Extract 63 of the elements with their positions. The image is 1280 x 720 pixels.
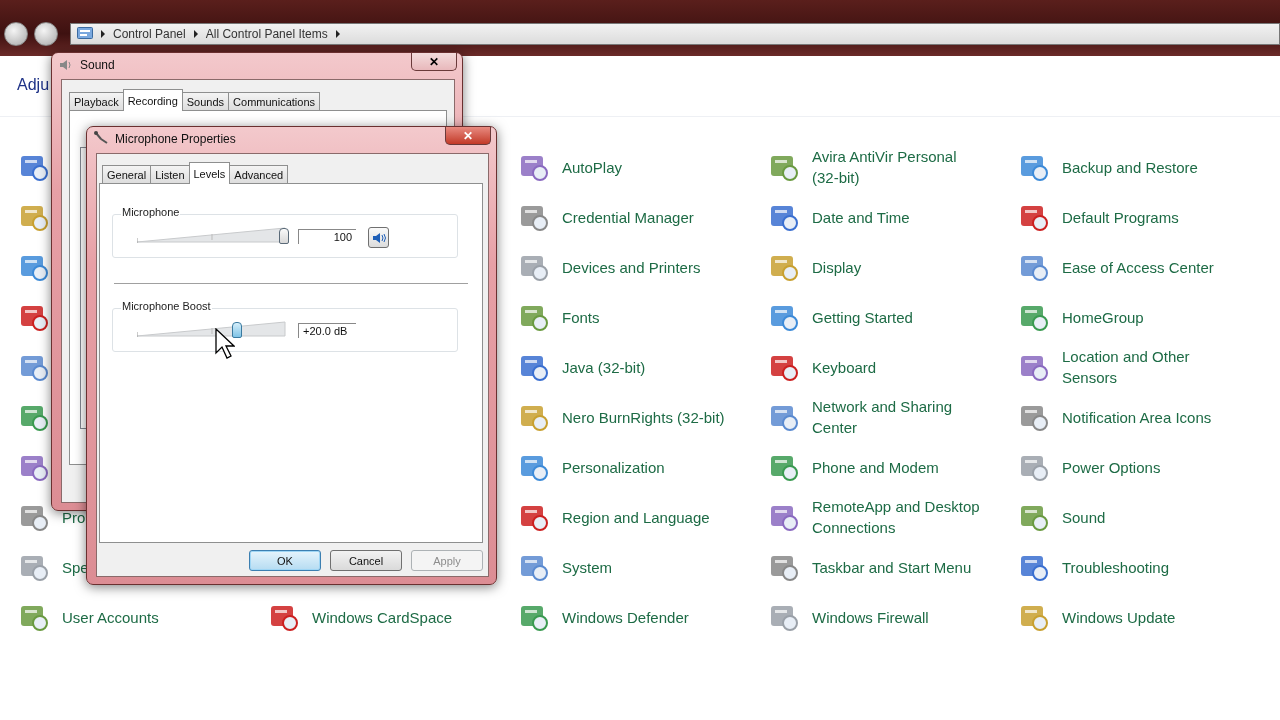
slider-thumb[interactable] (279, 228, 289, 244)
applet-link[interactable]: Devices and Printers (562, 256, 737, 278)
applet-link[interactable]: Java (32-bit) (562, 356, 737, 378)
applet-link[interactable]: Personalization (562, 456, 737, 478)
applet-link[interactable]: Windows Firewall (812, 606, 987, 628)
applet-link[interactable]: Backup and Restore (1062, 156, 1237, 178)
applet-link[interactable]: Keyboard (812, 356, 987, 378)
level-field[interactable]: +20.0 dB (298, 323, 356, 338)
tab[interactable]: Levels (188, 162, 231, 184)
breadcrumb-arrow-icon[interactable] (335, 30, 340, 38)
applet-link[interactable]: System (562, 556, 737, 578)
level-field[interactable]: 100 (298, 229, 356, 244)
applet-link[interactable]: Default Programs (1062, 206, 1237, 228)
close-button[interactable]: ✕ (411, 53, 457, 71)
applet-link[interactable]: Sound (1062, 506, 1237, 528)
applet-link[interactable]: RemoteApp and Desktop Connections (812, 496, 987, 538)
group-label: Microphone (121, 206, 181, 218)
dialog-button[interactable]: OK (249, 550, 321, 571)
applet-link[interactable]: Windows CardSpace (312, 606, 487, 628)
applet-link[interactable]: HomeGroup (1062, 306, 1237, 328)
applet-link[interactable]: Credential Manager (562, 206, 737, 228)
applet-link[interactable]: Getting Started (812, 306, 987, 328)
window-title: Sound (80, 58, 115, 72)
applet-link[interactable]: Date and Time (812, 206, 987, 228)
applet-link[interactable]: Location and Other Sensors (1062, 346, 1237, 388)
breadcrumb-arrow-icon[interactable] (101, 30, 105, 38)
applet-link[interactable]: Fonts (562, 306, 737, 328)
applet-link[interactable]: Phone and Modem (812, 456, 987, 478)
applet-link[interactable]: Network and Sharing Center (812, 396, 987, 438)
applet-link[interactable]: Display (812, 256, 987, 278)
dialog-button[interactable]: Cancel (330, 550, 402, 571)
applet-link[interactable]: Troubleshooting (1062, 556, 1237, 578)
applet-link[interactable]: Notification Area Icons (1062, 406, 1237, 428)
tab[interactable]: Playback (69, 92, 124, 111)
applet-link[interactable]: Ease of Access Center (1062, 256, 1237, 278)
speaker-icon (58, 57, 74, 73)
applet-link[interactable]: Windows Update (1062, 606, 1237, 628)
slider-track[interactable] (137, 226, 287, 244)
applet-link[interactable]: AutoPlay (562, 156, 737, 178)
back-button[interactable] (4, 22, 28, 46)
group-label: Microphone Boost (121, 300, 212, 312)
address-bar[interactable]: Control Panel All Control Panel Items (70, 23, 1280, 45)
applet-link[interactable]: Region and Language (562, 506, 737, 528)
applet-link[interactable]: Taskbar and Start Menu (812, 556, 987, 578)
tab[interactable]: Recording (122, 89, 183, 111)
applet-link[interactable]: Power Options (1062, 456, 1237, 478)
applet-link[interactable]: Windows Defender (562, 606, 737, 628)
breadcrumb-arrow-icon[interactable] (193, 30, 198, 38)
speaker-button[interactable] (368, 227, 389, 248)
close-button[interactable]: ✕ (445, 127, 491, 145)
speaker-icon (371, 231, 386, 244)
applet-link[interactable]: Nero BurnRights (32-bit) (562, 406, 737, 428)
applet-link[interactable]: User Accounts (62, 606, 237, 628)
slider-track[interactable] (137, 320, 287, 338)
window-title: Microphone Properties (115, 132, 236, 146)
slider-thumb[interactable] (232, 322, 243, 338)
cursor-icon (215, 328, 235, 360)
applet-link[interactable]: Avira AntiVir Personal (32-bit) (812, 146, 987, 188)
breadcrumb-item[interactable]: Control Panel (113, 27, 186, 41)
page-heading: Adju (17, 76, 50, 94)
forward-button[interactable] (34, 22, 58, 46)
control-panel-icon (77, 27, 93, 41)
breadcrumb-item[interactable]: All Control Panel Items (205, 27, 328, 41)
